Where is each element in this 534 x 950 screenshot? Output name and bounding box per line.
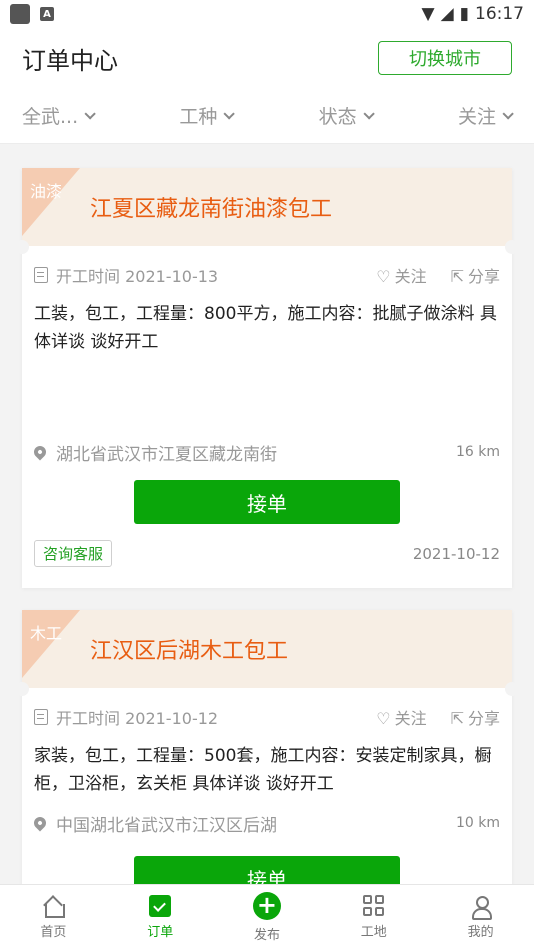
keyboard-icon: A — [40, 7, 54, 21]
heart-icon: ♡ — [376, 709, 391, 728]
tab-profile[interactable]: 我的 — [427, 885, 534, 950]
battery-icon: ▮ — [459, 4, 469, 24]
order-card-header: 木工 江汉区后湖木工包工 — [15, 610, 519, 696]
calendar-icon — [34, 709, 48, 725]
post-date: 2021-10-12 — [412, 544, 500, 563]
heart-icon: ♡ — [376, 267, 391, 286]
filter-bar: 全武... 工种 状态 关注 — [0, 88, 534, 144]
order-card[interactable]: 油漆 江夏区藏龙南街油漆包工 开工时间 2021-10-13 ♡ 关注 ⇱ 分享 工… — [15, 168, 519, 588]
filter-follow[interactable]: 关注 — [458, 102, 514, 129]
follow-button[interactable]: ♡ 关注 — [376, 705, 426, 729]
tab-sites[interactable]: 工地 — [320, 885, 427, 950]
start-date: 开工时间 2021-10-12 — [56, 709, 219, 728]
plus-icon: + — [252, 892, 281, 920]
location-pin-icon — [31, 814, 49, 832]
filter-status[interactable]: 状态 — [319, 102, 375, 129]
order-card[interactable]: 木工 江汉区后湖木工包工 开工时间 2021-10-12 ♡ 关注 ⇱ 分享 家装，… — [15, 610, 519, 900]
follow-button[interactable]: ♡ 关注 — [376, 263, 426, 287]
user-icon — [470, 895, 492, 920]
header: 订单中心 切换城市 — [0, 28, 534, 88]
chevron-down-icon — [223, 107, 236, 120]
trade-tag: 木工 — [30, 624, 63, 643]
share-button[interactable]: ⇱ 分享 — [451, 705, 500, 729]
tab-home[interactable]: 首页 — [0, 885, 107, 950]
order-card-header: 油漆 江夏区藏龙南街油漆包工 — [15, 168, 519, 254]
accept-order-button[interactable]: 接单 — [134, 480, 400, 524]
order-location: 中国湖北省武汉市江汉区后湖 10 km — [22, 802, 512, 844]
notification-icon — [10, 4, 30, 24]
distance: 16 km — [455, 444, 500, 460]
contact-service-button[interactable]: 咨询客服 — [34, 540, 113, 567]
distance: 10 km — [455, 815, 500, 831]
tab-orders[interactable]: 订单 — [107, 885, 214, 950]
share-icon: ⇱ — [450, 709, 464, 728]
chevron-down-icon — [502, 107, 514, 120]
trade-tag: 油漆 — [30, 182, 63, 201]
order-description: 家装，包工，工程量：500套，施工内容：安装定制家具，橱柜，卫浴柜，玄关柜 具体… — [34, 746, 492, 794]
order-description: 工装，包工，工程量：800平方，施工内容：批腻子做涂料 具体详谈 谈好开工 — [34, 304, 497, 352]
share-icon: ⇱ — [450, 267, 464, 286]
bottom-tab-bar: 首页 订单 + 发布 工地 我的 — [0, 884, 534, 950]
filter-region[interactable]: 全武... — [22, 102, 96, 129]
switch-city-button[interactable]: 切换城市 — [378, 41, 512, 75]
clock: 16:17 — [475, 4, 524, 24]
chevron-down-icon — [363, 107, 375, 120]
status-bar: A ▼ ◢ ▮ 16:17 — [0, 0, 534, 28]
home-icon — [42, 895, 66, 918]
filter-trade[interactable]: 工种 — [179, 102, 236, 129]
order-title: 江汉区后湖木工包工 — [90, 639, 289, 664]
calendar-icon — [34, 267, 48, 283]
wifi-icon: ▼ — [421, 4, 435, 24]
signal-icon: ◢ — [440, 4, 454, 24]
grid-icon — [362, 895, 385, 917]
location-pin-icon — [31, 443, 49, 461]
share-button[interactable]: ⇱ 分享 — [451, 263, 500, 287]
order-title: 江夏区藏龙南街油漆包工 — [90, 197, 333, 222]
page-title: 订单中心 — [22, 46, 118, 75]
tab-publish[interactable]: + 发布 — [214, 885, 321, 950]
order-location: 湖北省武汉市江夏区藏龙南街 16 km — [22, 432, 512, 472]
chevron-down-icon — [84, 107, 96, 120]
order-icon — [149, 895, 172, 917]
start-date: 开工时间 2021-10-13 — [56, 267, 219, 286]
